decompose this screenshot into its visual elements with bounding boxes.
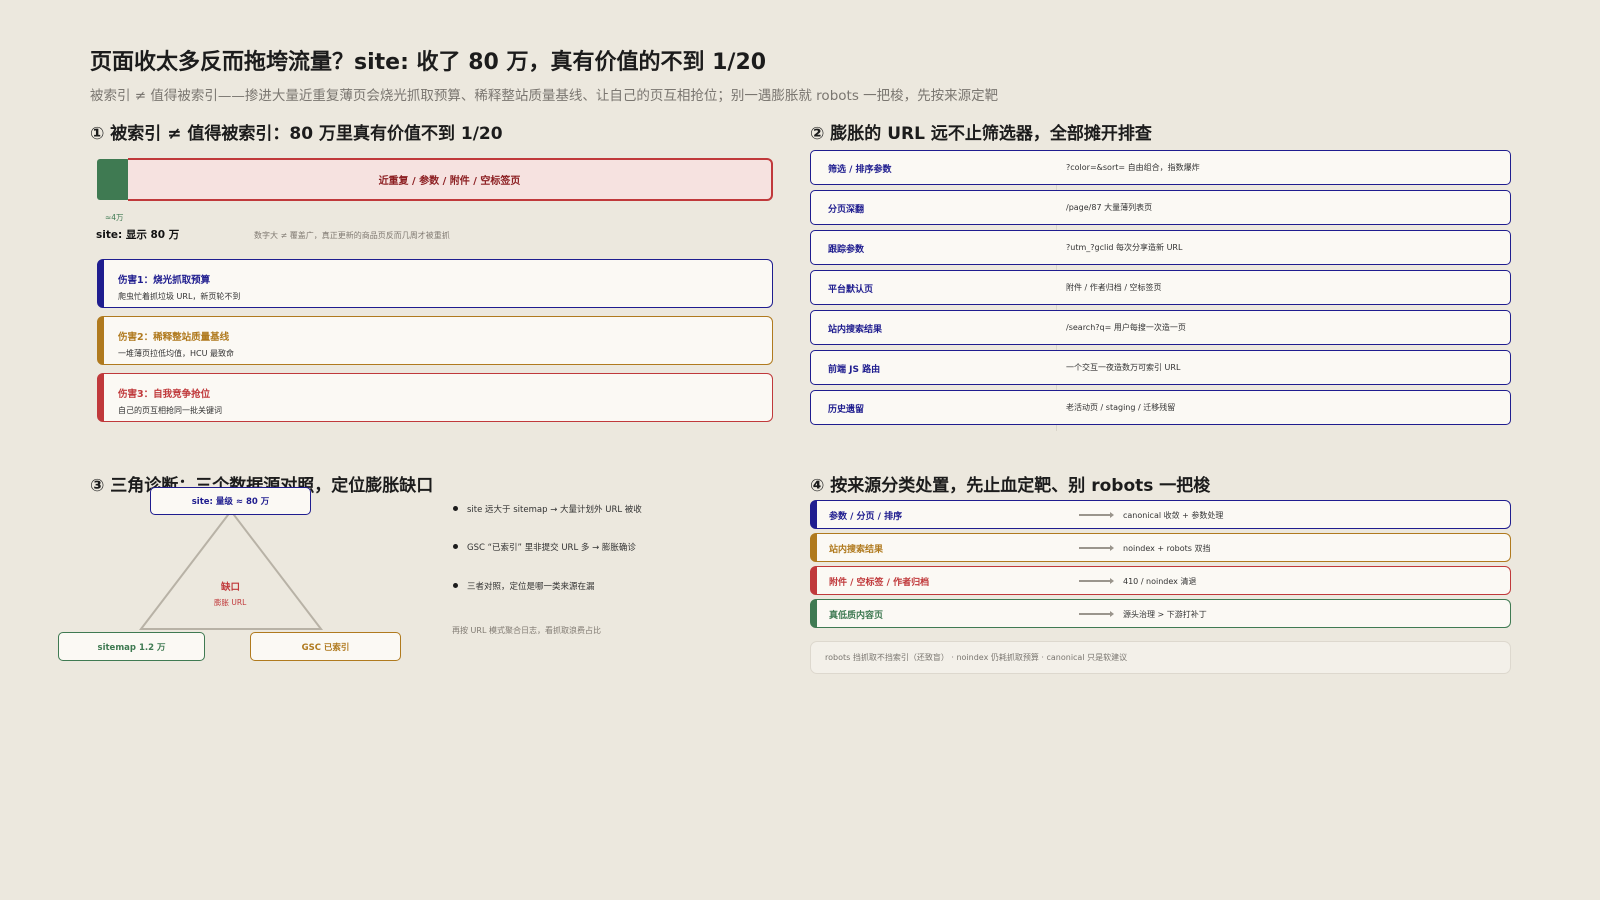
action-source: 站内搜索结果 <box>829 545 884 555</box>
url-source-desc: /page/87 大量薄列表页 <box>1066 203 1153 212</box>
url-source-label: 分页深翻 <box>828 205 865 215</box>
page-title: 页面收太多反而拖垮流量？site: 收了 80 万，真有价值的不到 1/20 <box>90 50 767 75</box>
triangle-outline <box>138 509 324 630</box>
url-source-label: 平台默认页 <box>828 285 874 295</box>
action-row: 真低质内容页 源头治理 > 下游打补丁 <box>810 599 1511 628</box>
url-source-desc: 老活动页 / staging / 迁移残留 <box>1066 403 1176 412</box>
action-treatment: 源头治理 > 下游打补丁 <box>1123 610 1207 619</box>
url-source-row: 跟踪参数 ?utm_?gclid 每次分享造新 URL <box>810 230 1511 265</box>
harm-card: 伤害3：自我竞争抢位 自己的页互相抢同一批关键词 <box>97 373 773 422</box>
arrow-right-icon <box>1079 611 1114 617</box>
url-source-desc: 一个交互一夜造数万可索引 URL <box>1066 363 1181 372</box>
url-source-row: 前端 JS 路由 一个交互一夜造数万可索引 URL <box>810 350 1511 385</box>
bullet <box>452 505 461 514</box>
bullet-text: site 远大于 sitemap → 大量计划外 URL 被收 <box>467 505 642 515</box>
gap-sublabel: 膨胀 URL <box>214 598 247 607</box>
url-source-label: 前端 JS 路由 <box>828 365 881 375</box>
url-source-label: 筛选 / 排序参数 <box>828 165 892 175</box>
action-treatment: canonical 收敛 + 参数处理 <box>1123 511 1224 520</box>
node-gsc: GSC 已索引 <box>250 632 401 661</box>
url-source-label: 跟踪参数 <box>828 245 865 255</box>
url-source-row: 历史遗留 老活动页 / staging / 迁移残留 <box>810 390 1511 425</box>
url-source-row: 分页深翻 /page/87 大量薄列表页 <box>810 190 1511 225</box>
valuable-pages-bar <box>97 159 130 200</box>
action-treatment: 410 / noindex 清退 <box>1123 577 1197 586</box>
url-source-row: 筛选 / 排序参数 ?color=&sort= 自由组合，指数爆炸 <box>810 150 1511 185</box>
action-source: 参数 / 分页 / 排序 <box>829 512 903 522</box>
arrow-right-icon <box>1079 545 1114 551</box>
gap-label: 缺口 <box>221 582 241 593</box>
action-source: 附件 / 空标签 / 作者归档 <box>829 578 930 588</box>
url-source-desc: ?utm_?gclid 每次分享造新 URL <box>1066 243 1183 252</box>
page-subtitle: 被索引 ≠ 值得被索引——掺进大量近重复薄页会烧光抓取预算、稀释整站质量基线、让… <box>90 88 999 104</box>
url-source-desc: 附件 / 作者归档 / 空标签页 <box>1066 283 1162 292</box>
coverage-note: 数字大 ≠ 覆盖广，真正更新的商品页反而几周才被重抓 <box>254 231 450 240</box>
action-row: 参数 / 分页 / 排序 canonical 收敛 + 参数处理 <box>810 500 1511 529</box>
bullet-text: GSC “已索引” 里非提交 URL 多 → 膨胀确诊 <box>467 543 636 553</box>
url-source-desc: ?color=&sort= 自由组合，指数爆炸 <box>1066 163 1200 172</box>
arrow-right-icon <box>1079 578 1114 584</box>
section1-title: ① 被索引 ≠ 值得被索引：80 万里真有价值不到 1/20 <box>90 124 503 144</box>
url-source-desc: /search?q= 用户每搜一次造一页 <box>1066 323 1186 332</box>
junk-pages-bar: 近重复 / 参数 / 附件 / 空标签页 <box>128 158 773 201</box>
diagnosis-note: 再按 URL 模式聚合日志，看抓取浪费占比 <box>452 626 601 635</box>
valuable-pages-label: ≈4万 <box>105 213 124 222</box>
caveat-text: robots 挡抓取不挡索引（还致盲） · noindex 仍耗抓取预算 · c… <box>825 653 1128 662</box>
harm-card: 伤害2：稀释整站质量基线 一堆薄页拉低均值，HCU 最致命 <box>97 316 773 365</box>
node-site-label: site: 量级 ≈ 80 万 <box>191 497 270 507</box>
junk-pages-label: 近重复 / 参数 / 附件 / 空标签页 <box>378 176 521 187</box>
node-site: site: 量级 ≈ 80 万 <box>150 487 311 515</box>
harm-card: 伤害1：烧光抓取预算 爬虫忙着抓垃圾 URL，新页轮不到 <box>97 259 773 308</box>
arrow-right-icon <box>1079 512 1114 518</box>
harm-desc: 爬虫忙着抓垃圾 URL，新页轮不到 <box>118 292 241 301</box>
url-source-label: 历史遗留 <box>828 405 865 415</box>
action-treatment: noindex + robots 双挡 <box>1123 544 1211 553</box>
bullet-text: 三者对照，定位是哪一类来源在漏 <box>467 582 595 592</box>
bullet <box>452 543 461 552</box>
section4-title: ④ 按来源分类处置，先止血定靶、别 robots 一把梭 <box>810 476 1211 496</box>
harm-desc: 自己的页互相抢同一批关键词 <box>118 406 222 415</box>
harm-title: 伤害3：自我竞争抢位 <box>118 389 211 400</box>
action-source: 真低质内容页 <box>829 611 884 621</box>
bullet <box>452 582 461 591</box>
harm-title: 伤害1：烧光抓取预算 <box>118 275 211 286</box>
url-source-row: 站内搜索结果 /search?q= 用户每搜一次造一页 <box>810 310 1511 345</box>
node-sitemap-label: sitemap 1.2 万 <box>97 642 166 653</box>
harm-title: 伤害2：稀释整站质量基线 <box>118 332 230 343</box>
action-row: 站内搜索结果 noindex + robots 双挡 <box>810 533 1511 562</box>
url-source-label: 站内搜索结果 <box>828 325 883 335</box>
caveat-note: robots 挡抓取不挡索引（还致盲） · noindex 仍耗抓取预算 · c… <box>810 641 1511 674</box>
node-sitemap: sitemap 1.2 万 <box>58 632 205 661</box>
action-row: 附件 / 空标签 / 作者归档 410 / noindex 清退 <box>810 566 1511 595</box>
section2-title: ② 膨胀的 URL 远不止筛选器，全部摊开排查 <box>810 124 1152 144</box>
site-count-label: site: 显示 80 万 <box>96 229 180 241</box>
url-source-row: 平台默认页 附件 / 作者归档 / 空标签页 <box>810 270 1511 305</box>
node-gsc-label: GSC 已索引 <box>301 642 350 653</box>
harm-desc: 一堆薄页拉低均值，HCU 最致命 <box>118 349 234 358</box>
